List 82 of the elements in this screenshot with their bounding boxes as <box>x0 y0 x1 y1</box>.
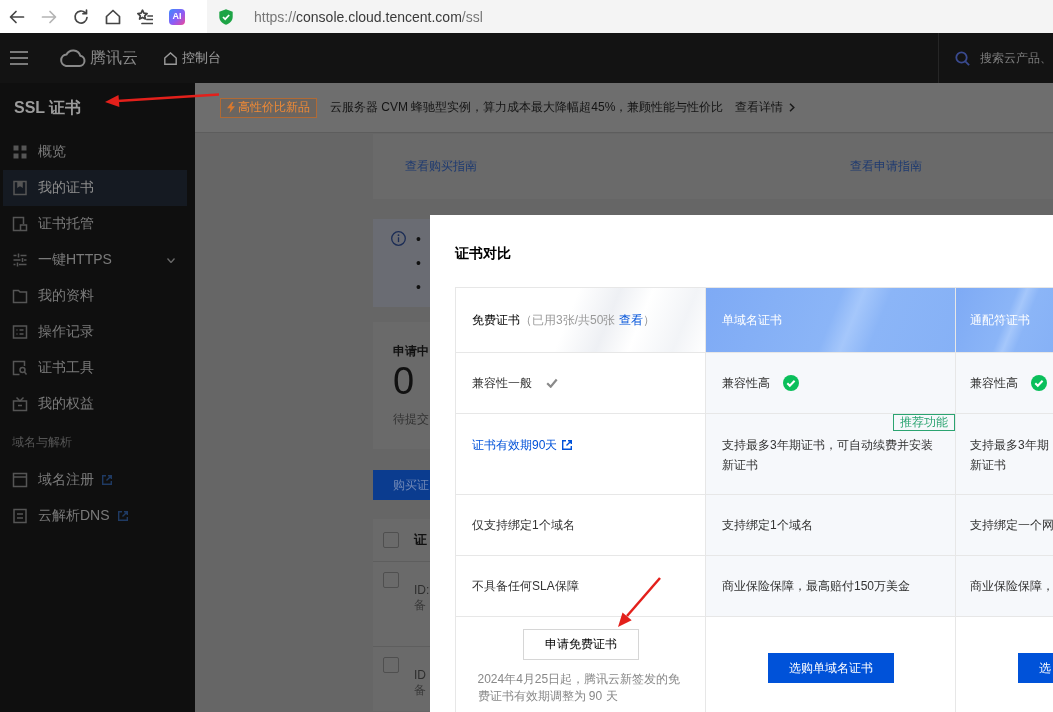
search-icon <box>955 50 970 66</box>
feature-text: 仅支持绑定1个域名 <box>472 516 575 534</box>
home-icon[interactable] <box>105 8 121 25</box>
details-link[interactable]: 查看详情 <box>735 99 796 116</box>
certificate-id-text: ID: <box>414 583 430 598</box>
shield-icon <box>219 8 233 25</box>
feature-text: 不具备任何SLA保障 <box>472 577 579 595</box>
apply-free-button[interactable]: 申请免费证书 <box>522 629 639 660</box>
feature-text: 支持最多3年期证书，可自动续费并安装新证书 <box>722 437 934 474</box>
cloud-icon <box>59 49 86 67</box>
feature-text: 兼容性高 <box>970 374 1018 392</box>
home-icon <box>164 51 177 65</box>
sidebar-item[interactable]: 我的权益 <box>3 386 187 422</box>
feature-text: 支持绑定1个域名 <box>722 516 813 534</box>
document-search-icon <box>12 360 28 376</box>
view-link[interactable]: 查看 <box>618 311 643 329</box>
validity-link[interactable]: 证书有效期90天 <box>472 435 573 455</box>
search-field[interactable]: 搜索云产品、 <box>980 51 1053 65</box>
url-text: https://console.cloud.tencent.com/ssl <box>254 8 483 25</box>
brand-name[interactable]: 腾讯云 <box>90 47 138 69</box>
promo-tag-text: 高性价比新品 <box>238 99 310 116</box>
list-document-icon <box>12 324 28 340</box>
external-link-icon <box>102 475 112 485</box>
feature-text: 支持最多3年期 新证书 <box>970 437 1049 474</box>
sidebar-item[interactable]: 证书托管 <box>3 206 187 242</box>
dialog-title: 证书对比 <box>455 245 511 261</box>
tv-icon <box>12 396 28 412</box>
folder-icon <box>12 288 28 304</box>
stats-title: 申请中 <box>393 344 430 359</box>
external-link-icon <box>117 511 128 521</box>
recommended-tag: 推荐功能 <box>893 414 955 431</box>
column-heading: 证 <box>414 531 427 549</box>
menu-icon[interactable] <box>10 51 28 65</box>
list-icon <box>12 508 28 524</box>
feature-text: 兼容性高 <box>722 374 770 392</box>
bullet: • <box>416 278 421 297</box>
promo-text: 云服务器 CVM 蜂驰型实例，算力成本最大降幅超45%，兼顾性能与性价比 <box>330 99 724 116</box>
sidebar-item[interactable]: 我的证书 <box>3 170 187 206</box>
lightning-icon <box>227 102 235 113</box>
feature-text: 商业保险保障，最高赔付150万美金 <box>722 577 911 595</box>
console-link[interactable]: 控制台 <box>182 49 221 67</box>
sliders-icon <box>12 252 28 268</box>
address-bar[interactable]: https://console.cloud.tencent.com/ssl <box>207 0 1053 33</box>
external-link-icon <box>562 440 573 450</box>
bookmark-icon <box>12 180 28 196</box>
bullet: • <box>416 254 421 273</box>
favorites-icon[interactable] <box>137 8 153 25</box>
checkbox[interactable] <box>383 657 399 673</box>
sidebar-item[interactable]: 操作记录 <box>3 314 187 350</box>
annotation-arrow <box>618 577 661 627</box>
sidebar-item[interactable]: 概览 <box>3 134 187 170</box>
note-text: 2024年4月25日起，腾讯云新签发的免费证书有效期调整为 90 天 <box>477 671 682 705</box>
sidebar-item[interactable]: 云解析DNS <box>3 498 187 534</box>
grid-icon <box>12 144 28 160</box>
feature-text: 商业保险保障， <box>970 577 1053 595</box>
column-title: 单域名证书 <box>722 311 782 329</box>
chevron-right-icon <box>789 103 796 112</box>
reload-icon[interactable] <box>73 8 89 25</box>
buy-button[interactable]: 选购单域名证书 <box>768 653 894 683</box>
sidebar-title: SSL 证书 <box>14 98 82 118</box>
checkbox[interactable] <box>383 532 399 548</box>
squares-icon <box>12 216 28 232</box>
back-arrow-icon[interactable] <box>9 8 25 25</box>
column-title: 通配符证书 <box>970 311 1030 329</box>
stats-value: 0 <box>393 359 416 403</box>
buy-certificate-button[interactable]: 购买证 <box>373 470 430 500</box>
feature-text: 支持绑定一个网 <box>970 516 1053 534</box>
checkbox[interactable] <box>383 572 399 588</box>
usage-note: （已用3张/共50张 查看） <box>520 311 655 329</box>
feature-text: 兼容性一般 <box>472 374 532 392</box>
info-icon <box>391 231 406 246</box>
certificate-id-text: ID <box>414 668 426 683</box>
buy-button[interactable]: 选 <box>1018 653 1053 683</box>
sidebar-item[interactable]: 我的资料 <box>3 278 187 314</box>
window-icon <box>12 472 28 488</box>
sidebar-item[interactable]: 证书工具 <box>3 350 187 386</box>
column-title: 免费证书 <box>472 311 520 329</box>
sidebar-item[interactable]: 域名注册 <box>3 462 187 498</box>
section-heading: 域名与解析 <box>12 433 72 451</box>
ai-badge[interactable]: AI <box>169 8 185 25</box>
sidebar-item[interactable]: 一键HTTPS <box>3 242 187 278</box>
bullet: • <box>416 230 421 249</box>
